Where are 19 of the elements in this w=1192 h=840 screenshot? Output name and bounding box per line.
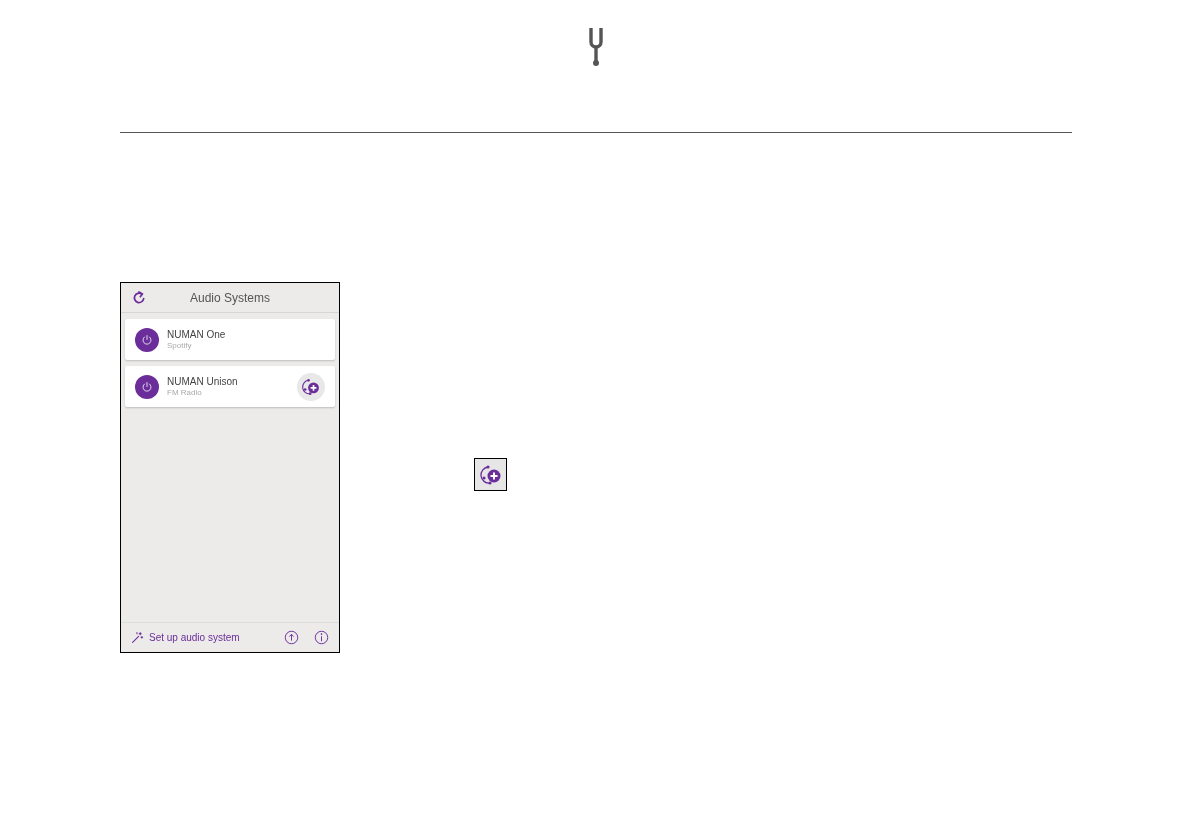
setup-link[interactable]: Set up audio system — [149, 630, 279, 645]
power-button[interactable] — [135, 327, 159, 352]
info-icon[interactable] — [314, 630, 329, 645]
power-icon — [141, 380, 153, 393]
group-button[interactable] — [297, 372, 325, 401]
system-name: NUMAN Unison — [167, 375, 239, 387]
system-card[interactable]: NUMAN Unison FM Radio — [125, 366, 335, 407]
system-source: FM Radio — [167, 386, 203, 398]
magic-wand-icon — [131, 631, 144, 644]
power-icon — [141, 333, 153, 346]
system-source: Spotify — [167, 339, 193, 351]
upload-icon[interactable] — [284, 630, 299, 645]
group-add-icon — [301, 376, 321, 397]
refresh-icon[interactable] — [131, 289, 147, 306]
system-name: NUMAN One — [167, 328, 227, 340]
screen-title: Audio Systems — [188, 289, 271, 307]
system-card[interactable]: NUMAN One Spotify — [125, 319, 335, 360]
tuning-fork-icon — [587, 26, 605, 68]
power-button[interactable] — [135, 374, 159, 399]
